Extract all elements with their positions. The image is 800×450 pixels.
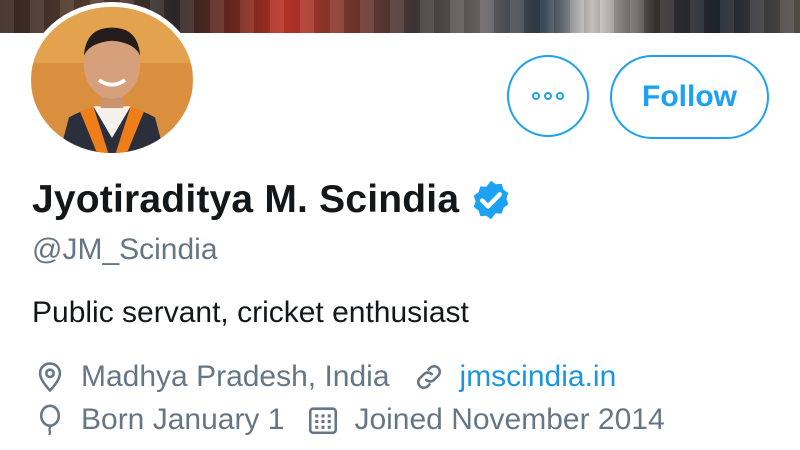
profile-name-row: Jyotiraditya M. Scindia (32, 178, 513, 222)
avatar-photo (31, 7, 193, 153)
location-pin-icon (38, 362, 62, 393)
joined-text: Joined November 2014 (354, 403, 665, 436)
balloon-icon (39, 404, 61, 436)
more-options-button[interactable] (507, 55, 589, 137)
joined-item: Joined November 2014 (306, 403, 665, 437)
website-item[interactable]: jmscindia.in (412, 360, 617, 394)
profile-bio: Public servant, cricket enthusiast (32, 296, 469, 329)
location-item: Madhya Pradesh, India (33, 360, 390, 394)
profile-meta-row-1: Madhya Pradesh, India jmscindia.in (33, 360, 616, 394)
profile-name: Jyotiraditya M. Scindia (32, 178, 460, 221)
birthday-item: Born January 1 (33, 403, 284, 437)
more-options-icon (532, 92, 564, 100)
profile-handle: @JM_Scindia (32, 233, 218, 266)
profile-meta-row-2: Born January 1 Joined November 2014 (33, 403, 665, 437)
calendar-icon (309, 407, 338, 435)
profile-avatar[interactable] (26, 2, 198, 158)
location-text: Madhya Pradesh, India (81, 360, 390, 393)
website-link[interactable]: jmscindia.in (460, 360, 617, 394)
follow-button[interactable]: Follow (610, 55, 769, 139)
link-icon (416, 364, 441, 390)
birthday-text: Born January 1 (81, 403, 285, 436)
verified-badge-icon (474, 180, 509, 220)
